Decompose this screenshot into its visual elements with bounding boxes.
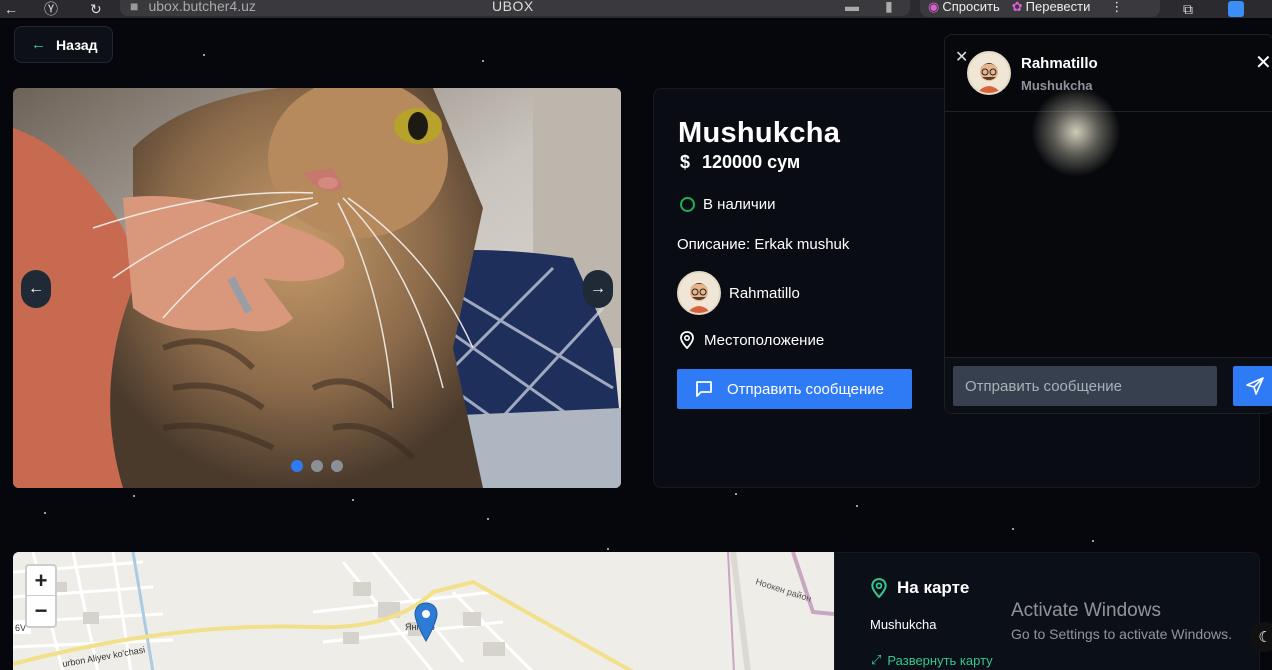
location-label: Местоположение xyxy=(704,331,825,349)
chat-contact-name: Rahmatillo xyxy=(1021,55,1098,72)
stock-status: В наличии xyxy=(680,196,776,213)
arrow-right-icon: → xyxy=(590,280,606,297)
carousel-dot[interactable] xyxy=(291,460,303,472)
address-bar[interactable]: ■ ubox.butcher4.uz UBOX ▬ ▮ xyxy=(120,0,910,16)
map-zoom-controls: + − xyxy=(25,564,57,628)
more-menu-icon[interactable]: ⋮ xyxy=(1110,0,1123,15)
close-icon[interactable]: ✕ xyxy=(1255,50,1272,75)
product-title: Mushukcha xyxy=(678,117,841,149)
extension-icon[interactable] xyxy=(1228,0,1244,18)
browser-toolbar: ← Ⓨ ↻ ■ ubox.butcher4.uz UBOX ▬ ▮ ◉ Спрос… xyxy=(0,0,1272,18)
assistant-pill: ◉ Спросить ✿ Перевести ⋮ xyxy=(920,0,1160,17)
expand-map-label: Развернуть карту xyxy=(887,652,993,668)
windows-activation-watermark: Activate Windows Go to Settings to activ… xyxy=(1011,600,1232,642)
map-item-name: Mushukcha xyxy=(870,617,937,632)
ask-button[interactable]: ◉ Спросить xyxy=(928,0,1000,15)
send-plane-icon xyxy=(1246,377,1264,395)
zoom-in-button[interactable]: + xyxy=(27,566,55,596)
chat-bubble-icon[interactable]: ▬ xyxy=(845,0,859,14)
send-message-label: Отправить сообщение xyxy=(727,380,885,398)
carousel-prev-button[interactable]: ← xyxy=(21,270,51,308)
product-price-value: 120000 сум xyxy=(702,152,801,172)
translate-button[interactable]: ✿ Перевести xyxy=(1012,0,1091,15)
lock-icon: ■ xyxy=(130,0,139,14)
collections-icon[interactable]: ⧉ xyxy=(1183,0,1193,18)
reload-icon[interactable]: ↻ xyxy=(90,0,102,18)
map-title: На карте xyxy=(871,578,969,598)
send-message-button[interactable]: Отправить сообщение xyxy=(677,369,912,409)
zoom-out-button[interactable]: − xyxy=(27,596,55,626)
chat-send-button[interactable] xyxy=(1233,366,1272,406)
arrow-left-icon: ← xyxy=(28,280,44,297)
moon-icon: ☾ xyxy=(1258,629,1272,646)
map-pin-icon xyxy=(680,331,694,349)
seller-name: Rahmatillo xyxy=(729,284,800,302)
moon-decoration xyxy=(1031,87,1121,177)
product-location[interactable]: Местоположение xyxy=(680,331,824,349)
product-description: Описание: Erkak mushuk xyxy=(677,236,850,253)
chat-message-input[interactable] xyxy=(953,366,1217,406)
address-url: ubox.butcher4.uz xyxy=(148,0,256,14)
arrow-left-icon: ← xyxy=(31,36,46,53)
carousel-next-button[interactable]: → xyxy=(583,270,613,308)
watermark-line-2: Go to Settings to activate Windows. xyxy=(1011,626,1232,642)
product-image-carousel xyxy=(13,88,621,488)
stock-circle-icon xyxy=(680,197,695,212)
back-button[interactable]: ← Назад xyxy=(14,26,113,63)
close-icon[interactable]: ✕ xyxy=(955,47,968,67)
theme-toggle-button[interactable]: ☾ xyxy=(1250,622,1272,652)
yandex-icon[interactable]: Ⓨ xyxy=(44,0,58,18)
message-icon xyxy=(696,381,712,397)
stock-status-label: В наличии xyxy=(703,196,776,213)
bookmark-icon[interactable]: ▮ xyxy=(885,0,893,15)
chat-input-row xyxy=(945,357,1272,413)
dollar-icon: $ xyxy=(680,152,691,172)
map-view[interactable]: urbon Aliyev ko'chasi Янгиер Ноокен райо… xyxy=(13,552,834,670)
back-button-label: Назад xyxy=(56,36,98,53)
carousel-dot[interactable] xyxy=(331,460,343,472)
expand-icon: ⤢ xyxy=(871,652,882,667)
cat-photo xyxy=(13,88,621,488)
seller-link[interactable]: Rahmatillo xyxy=(677,271,800,315)
product-price: $ 120000 сум xyxy=(680,152,800,173)
avatar xyxy=(677,271,721,315)
map-title-label: На карте xyxy=(897,578,970,597)
map-marker-icon[interactable] xyxy=(414,602,438,642)
page-tab-title: UBOX xyxy=(492,0,534,14)
avatar xyxy=(967,51,1011,95)
carousel-dots xyxy=(291,460,343,472)
chat-panel: ✕ Rahmatillo Mushukcha ✕ xyxy=(944,34,1272,414)
back-arrow-icon[interactable]: ← xyxy=(4,0,18,18)
expand-map-link[interactable]: ⤢ Развернуть карту xyxy=(871,652,993,668)
map-pin-icon xyxy=(871,578,887,598)
carousel-dot[interactable] xyxy=(311,460,323,472)
watermark-line-1: Activate Windows xyxy=(1011,600,1161,621)
